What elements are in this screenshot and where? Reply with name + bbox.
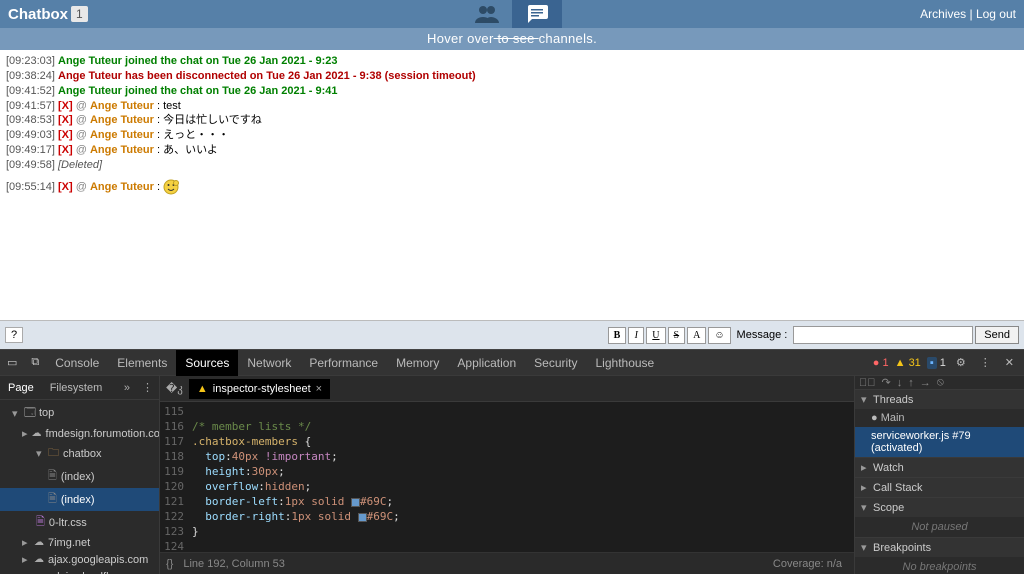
sidebar-more-icon[interactable]: » — [118, 382, 136, 394]
delete-msg-icon[interactable]: [X] — [58, 181, 73, 193]
tree-item[interactable]: 🗎 (index) — [0, 488, 159, 511]
header-links: Archives | Log out — [920, 7, 1016, 21]
help-button[interactable]: ? — [5, 327, 23, 343]
italic-button[interactable]: I — [628, 327, 644, 344]
threads-section[interactable]: ▾Threads — [855, 390, 1024, 409]
cursor-position: Line 192, Column 53 — [183, 558, 285, 570]
devtools-tab-performance[interactable]: Performance — [300, 350, 387, 376]
close-icon[interactable]: ✕ — [1001, 356, 1018, 369]
tree-item[interactable]: ▾🗔 top — [0, 402, 159, 425]
archives-link[interactable]: Archives — [920, 7, 966, 21]
chat-icon[interactable] — [512, 0, 562, 28]
device-icon[interactable]: ⧉ — [24, 356, 46, 369]
pause-icon[interactable]: ▸⃓ — [859, 377, 876, 389]
chatbox-subheader: Hover over to see channels. — [0, 28, 1024, 50]
tree-item[interactable]: ▸☁ fmdesign.forumotion.com — [0, 425, 159, 442]
underline-button[interactable]: U — [646, 327, 665, 344]
coverage-label: Coverage: n/a — [773, 558, 848, 570]
warning-icon: ▲ — [197, 383, 208, 395]
scope-section[interactable]: ▾Scope — [855, 498, 1024, 517]
tree-item[interactable]: ▸☁ ajax.googleapis.com — [0, 551, 159, 568]
info-count[interactable]: ▪ 1 — [927, 357, 946, 369]
more-icon[interactable]: ⋮ — [976, 356, 995, 369]
delete-msg-icon[interactable]: [X] — [58, 129, 73, 141]
tree-item[interactable]: ▸☁ 7img.net — [0, 534, 159, 551]
step-into-icon[interactable]: ↓ — [897, 377, 903, 389]
callstack-section[interactable]: ▸Call Stack — [855, 478, 1024, 497]
chatbox-title: Chatbox — [8, 6, 68, 23]
members-icon[interactable] — [462, 0, 512, 28]
step-out-icon[interactable]: ↑ — [908, 377, 914, 389]
devtools-tab-sources[interactable]: Sources — [176, 350, 238, 376]
devtools-tab-lighthouse[interactable]: Lighthouse — [587, 350, 664, 376]
message-row: [09:49:58] [Deleted] — [6, 158, 1018, 173]
debugger-panel: ▸⃓ ↷ ↓ ↑ → ⦸ ▾Threads ● Main servicework… — [854, 376, 1024, 574]
inspect-icon[interactable]: ▭ — [0, 356, 24, 369]
tree-item[interactable]: ▸☁ cdnjs.cloudflare.com — [0, 568, 159, 574]
message-row: [09:49:03] [X] @ Ange Tuteur : えっと・・・ — [6, 128, 1018, 143]
step-over-icon[interactable]: ↷ — [882, 376, 891, 389]
deactivate-icon[interactable]: ⦸ — [937, 376, 944, 389]
watch-section[interactable]: ▸Watch — [855, 458, 1024, 477]
pretty-print-icon[interactable]: {} — [166, 558, 173, 570]
code-panel: �კ ▲ inspector-stylesheet × 115116/* mem… — [160, 376, 854, 574]
breakpoints-section[interactable]: ▾Breakpoints — [855, 538, 1024, 557]
tab-nav-icon[interactable]: �კ — [160, 382, 189, 395]
file-tree: ▾🗔 top▸☁ fmdesign.forumotion.com▾🗀 chatb… — [0, 400, 159, 574]
message-row: [09:55:14] [X] @ Ange Tuteur : — [6, 179, 1018, 195]
thread-sw[interactable]: serviceworker.js #79 (activated) — [855, 427, 1024, 457]
emoji-button[interactable]: ☺ — [708, 327, 730, 344]
devtools: ▭ ⧉ ConsoleElementsSourcesNetworkPerform… — [0, 349, 1024, 574]
tree-item[interactable]: 🗎 0-ltr.css — [0, 511, 159, 534]
logout-link[interactable]: Log out — [976, 7, 1016, 21]
thread-main[interactable]: ● Main — [855, 409, 1024, 427]
strike-button[interactable]: S — [668, 327, 686, 344]
input-bar: ? B I U S A ☺ Message : Send — [0, 320, 1024, 349]
filesystem-tab[interactable]: Filesystem — [42, 378, 111, 398]
bold-button[interactable]: B — [608, 327, 627, 344]
message-list: [09:23:03] Ange Tuteur joined the chat o… — [0, 50, 1024, 320]
settings-icon[interactable]: ⚙ — [952, 356, 970, 369]
message-row: [09:49:17] [X] @ Ange Tuteur : あ、いいよ — [6, 143, 1018, 158]
devtools-tab-console[interactable]: Console — [46, 350, 108, 376]
code-tab[interactable]: ▲ inspector-stylesheet × — [189, 379, 330, 399]
message-label: Message : — [737, 329, 788, 341]
devtools-tab-network[interactable]: Network — [238, 350, 300, 376]
tree-item[interactable]: 🗎 (index) — [0, 465, 159, 488]
breakpoints-empty: No breakpoints — [855, 557, 1024, 574]
devtools-tabs: ▭ ⧉ ConsoleElementsSourcesNetworkPerform… — [0, 350, 1024, 376]
message-row: [09:23:03] Ange Tuteur joined the chat o… — [6, 54, 1018, 69]
devtools-tab-elements[interactable]: Elements — [108, 350, 176, 376]
chatbox-header: Chatbox 1 Archives | Log out — [0, 0, 1024, 28]
sidebar-menu-icon[interactable]: ⋮ — [136, 381, 159, 394]
code-editor[interactable]: 115116/* member lists */117.chatbox-memb… — [160, 402, 854, 552]
error-count[interactable]: ● 1 — [873, 357, 889, 369]
message-row: [09:41:57] [X] @ Ange Tuteur : test — [6, 99, 1018, 114]
scope-empty: Not paused — [855, 517, 1024, 537]
message-input[interactable] — [793, 326, 973, 344]
send-button[interactable]: Send — [975, 326, 1019, 344]
devtools-tab-application[interactable]: Application — [448, 350, 525, 376]
step-icon[interactable]: → — [920, 377, 931, 389]
delete-msg-icon[interactable]: [X] — [58, 114, 73, 126]
delete-msg-icon[interactable]: [X] — [58, 144, 73, 156]
message-row: [09:41:52] Ange Tuteur joined the chat o… — [6, 84, 1018, 99]
close-tab-icon[interactable]: × — [316, 383, 322, 395]
header-icon-group — [462, 0, 562, 28]
message-row: [09:48:53] [X] @ Ange Tuteur : 今日は忙しいですね — [6, 113, 1018, 128]
devtools-tab-security[interactable]: Security — [525, 350, 586, 376]
devtools-tab-memory[interactable]: Memory — [387, 350, 448, 376]
sources-sidebar: Page Filesystem » ⋮ ▾🗔 top▸☁ fmdesign.fo… — [0, 376, 160, 574]
message-row: [09:38:24] Ange Tuteur has been disconne… — [6, 69, 1018, 84]
code-status-bar: {} Line 192, Column 53 Coverage: n/a — [160, 552, 854, 574]
delete-msg-icon[interactable]: [X] — [58, 100, 73, 112]
warning-count[interactable]: ▲ 31 — [895, 357, 921, 369]
tree-item[interactable]: ▾🗀 chatbox — [0, 442, 159, 465]
color-button[interactable]: A — [687, 327, 706, 344]
member-count-badge: 1 — [71, 6, 88, 22]
page-tab[interactable]: Page — [0, 378, 42, 398]
